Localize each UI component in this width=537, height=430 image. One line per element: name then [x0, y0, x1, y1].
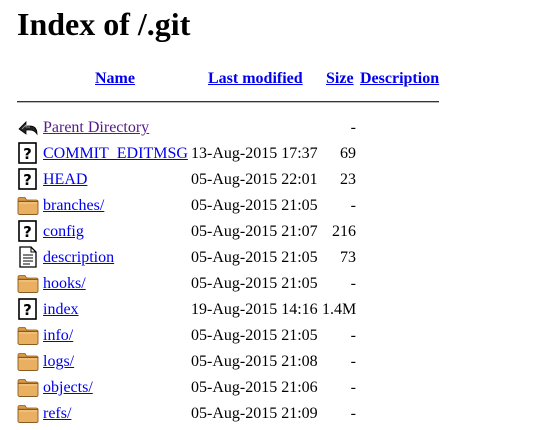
table-row: hooks/05-Aug-2015 21:05 -	[0, 271, 537, 297]
table-row: description 05-Aug-2015 21:05 73	[0, 245, 537, 271]
entry-size: 73	[340, 249, 356, 266]
entry-last-modified: 13-Aug-2015 17:37	[191, 145, 318, 162]
table-row: info/05-Aug-2015 21:05 -	[0, 323, 537, 349]
folder-icon	[17, 376, 39, 398]
unknown-file-icon: ?	[17, 298, 39, 320]
entry-last-modified: 05-Aug-2015 22:01	[191, 171, 318, 188]
svg-text:?: ?	[23, 223, 32, 241]
entry-name-link[interactable]: branches/	[43, 196, 104, 216]
entry-name-link[interactable]: refs/	[43, 404, 71, 424]
header-divider	[17, 101, 439, 103]
folder-icon	[17, 402, 39, 424]
entry-size: 216	[332, 223, 356, 240]
entry-name-link[interactable]: hooks/	[43, 274, 86, 294]
folder-icon	[17, 194, 39, 216]
table-row: ? config 05-Aug-2015 21:07 216	[0, 219, 537, 245]
table-row: logs/05-Aug-2015 21:08 -	[0, 349, 537, 375]
parent-directory-link[interactable]: Parent Directory	[43, 118, 149, 138]
unknown-file-icon: ?	[17, 220, 39, 242]
parent-directory-row: Parent Directory -	[0, 115, 537, 141]
back-arrow-icon	[17, 116, 39, 138]
entry-size: -	[350, 197, 356, 214]
entry-size: -	[350, 405, 356, 422]
svg-text:?: ?	[23, 171, 32, 189]
entry-size: -	[350, 327, 356, 344]
entry-size: 23	[340, 171, 356, 188]
svg-text:?: ?	[23, 301, 32, 319]
entry-last-modified: 05-Aug-2015 21:07	[191, 223, 318, 240]
entry-size: -	[350, 275, 356, 292]
entry-name-link[interactable]: config	[43, 222, 84, 242]
entry-last-modified: 05-Aug-2015 21:05	[191, 249, 318, 266]
text-file-icon	[17, 246, 39, 268]
entry-name-link[interactable]: objects/	[43, 378, 93, 398]
entry-last-modified: 05-Aug-2015 21:09	[191, 405, 318, 422]
table-row: branches/05-Aug-2015 21:05 -	[0, 193, 537, 219]
sort-by-description-link[interactable]: Description	[360, 69, 439, 89]
unknown-file-icon: ?	[17, 168, 39, 190]
entry-name-link[interactable]: COMMIT_EDITMSG	[43, 144, 188, 164]
entry-name-link[interactable]: info/	[43, 326, 73, 346]
folder-icon	[17, 350, 39, 372]
entry-size: -	[350, 119, 356, 136]
folder-icon	[17, 324, 39, 346]
entry-last-modified: 05-Aug-2015 21:05	[191, 327, 318, 344]
entry-size: 1.4M	[322, 301, 357, 318]
table-row: ? HEAD 05-Aug-2015 22:01 23	[0, 167, 537, 193]
entry-size: -	[350, 353, 356, 370]
entry-size: -	[350, 379, 356, 396]
table-row: ? index 19-Aug-2015 14:16 1.4M	[0, 297, 537, 323]
page-title: Index of /.git	[17, 6, 191, 42]
table-row: refs/05-Aug-2015 21:09 -	[0, 401, 537, 427]
entry-name-link[interactable]: HEAD	[43, 170, 87, 190]
sort-by-size-link[interactable]: Size	[326, 69, 354, 89]
entry-last-modified: 05-Aug-2015 21:05	[191, 197, 318, 214]
entry-name-link[interactable]: logs/	[43, 352, 74, 372]
entry-name-link[interactable]: description	[43, 248, 114, 268]
entry-name-link[interactable]: index	[43, 300, 79, 320]
sort-by-last-modified-link[interactable]: Last modified	[208, 69, 303, 89]
table-row: ? COMMIT_EDITMSG 13-Aug-2015 17:37 69	[0, 141, 537, 167]
entry-last-modified: 05-Aug-2015 21:06	[191, 379, 318, 396]
svg-text:?: ?	[23, 145, 32, 163]
sort-by-name-link[interactable]: Name	[95, 69, 135, 89]
table-row: objects/05-Aug-2015 21:06 -	[0, 375, 537, 401]
unknown-file-icon: ?	[17, 142, 39, 164]
entry-last-modified: 05-Aug-2015 21:05	[191, 275, 318, 292]
entry-last-modified: 19-Aug-2015 14:16	[191, 301, 318, 318]
entry-size: 69	[340, 145, 356, 162]
entry-last-modified: 05-Aug-2015 21:08	[191, 353, 318, 370]
folder-icon	[17, 272, 39, 294]
